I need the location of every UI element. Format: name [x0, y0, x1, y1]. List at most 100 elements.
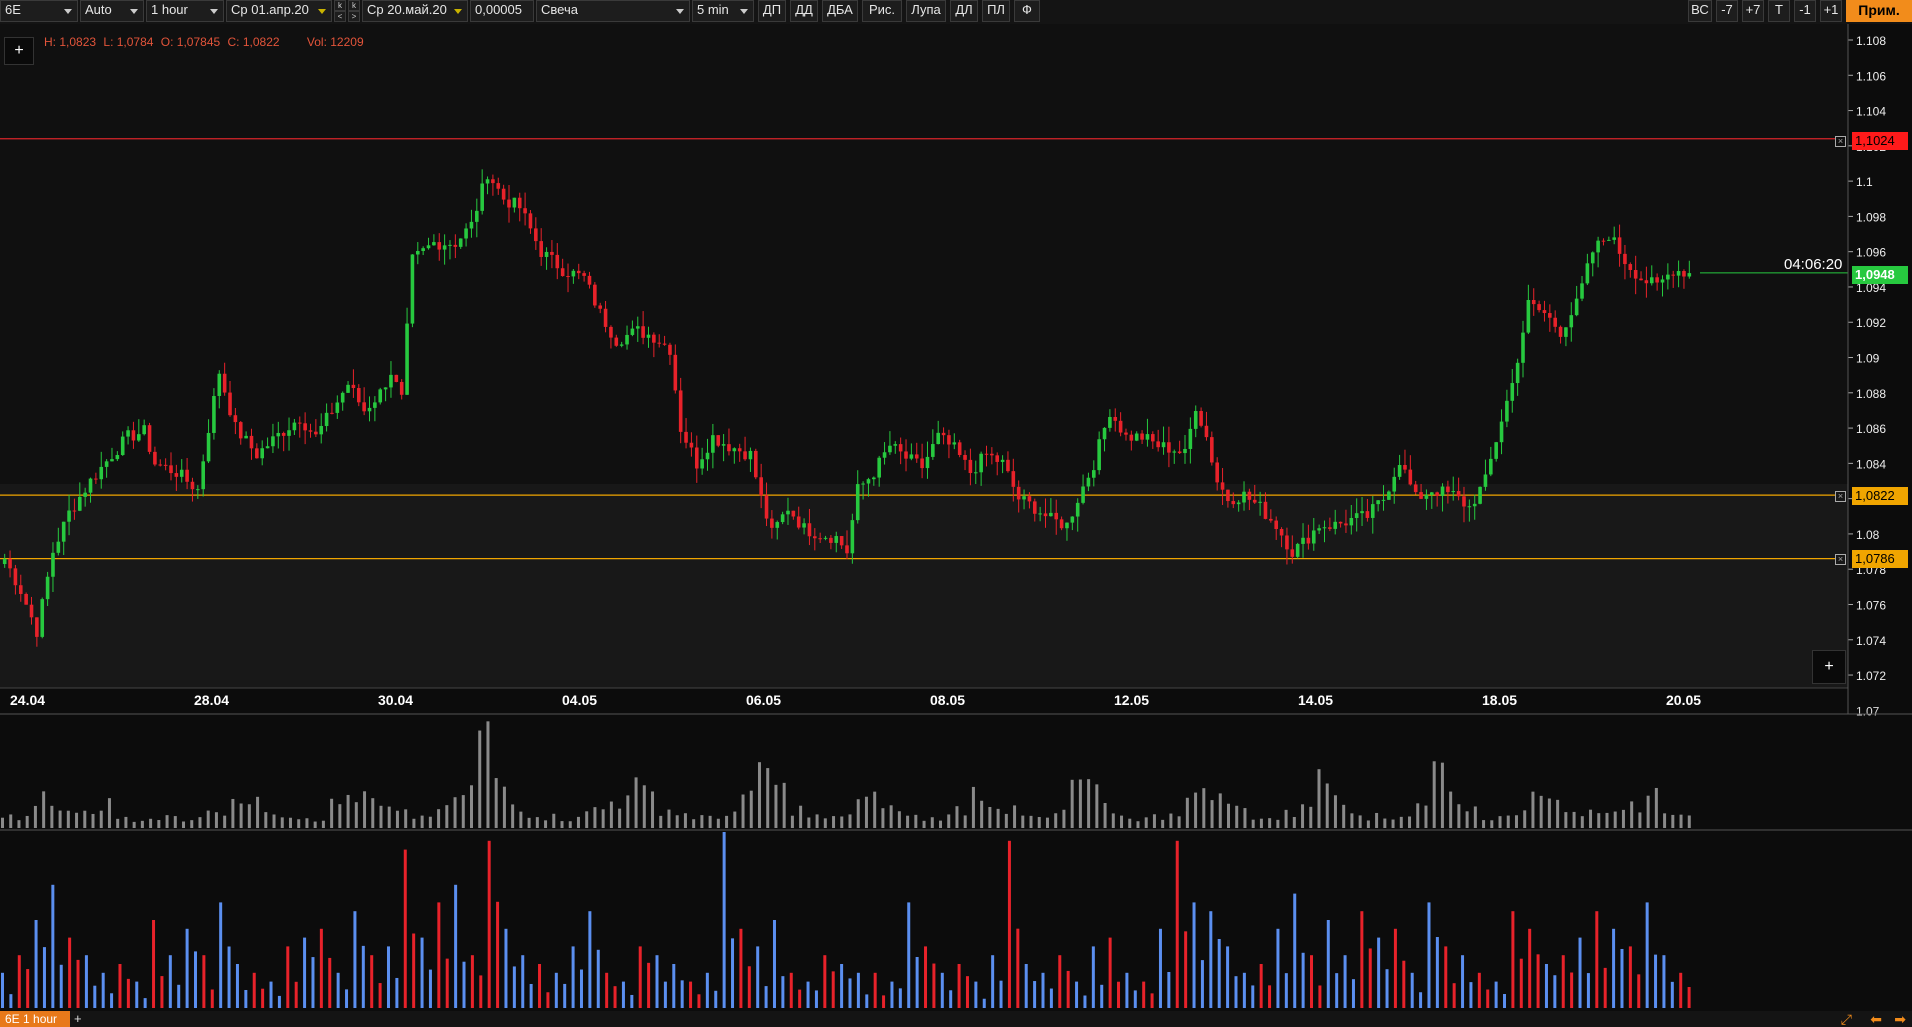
plus7-button[interactable]: +7: [1742, 0, 1764, 22]
volume-bar: [91, 813, 95, 828]
t-button[interactable]: T: [1768, 0, 1790, 22]
timeframe-select[interactable]: 1 hour: [146, 0, 224, 22]
f-button[interactable]: Ф: [1014, 0, 1040, 22]
candle-body: [625, 334, 629, 345]
vs-button[interactable]: ВС: [1688, 0, 1712, 22]
candle-body: [244, 435, 248, 439]
candle-body: [582, 273, 586, 276]
candle-body: [689, 442, 694, 448]
volume-bar: [461, 795, 465, 828]
volume-bar: [930, 817, 934, 828]
volume-bar: [494, 778, 498, 828]
delta-bar: [1410, 972, 1414, 1008]
volume-bar: [651, 791, 655, 828]
volume-bar: [42, 791, 46, 828]
delta-bar: [1, 972, 4, 1008]
volume-bar: [1062, 809, 1066, 828]
candle-body: [1612, 237, 1617, 240]
delta-bar: [496, 901, 500, 1008]
delta-bar: [563, 983, 567, 1008]
candle-body: [845, 545, 849, 554]
delta-bar: [722, 832, 726, 1008]
scroll-left-icon[interactable]: ⬅: [1870, 1011, 1882, 1027]
volume-bar: [338, 804, 342, 828]
volume-bar: [206, 810, 210, 828]
candle-body: [603, 308, 608, 327]
date-to-picker[interactable]: Ср 20.май.20: [362, 0, 468, 22]
expand-icon[interactable]: ⤢: [1841, 1011, 1852, 1027]
magnifier-button[interactable]: Лупа: [906, 0, 946, 22]
volume-bar: [519, 811, 523, 828]
add-indicator-button[interactable]: +: [4, 37, 34, 65]
volume-bar: [502, 786, 506, 828]
level-remove-icon[interactable]: ×: [1835, 491, 1846, 502]
volume-bar: [25, 815, 29, 828]
delta-bar: [1125, 972, 1129, 1008]
add-pane-button[interactable]: +: [1812, 650, 1846, 684]
delta-bar: [1578, 937, 1582, 1008]
candle-body: [1526, 299, 1531, 333]
scale-mode-select[interactable]: Auto: [80, 0, 144, 22]
nav-k-bottom[interactable]: k: [348, 0, 360, 11]
candle-body: [1220, 482, 1225, 490]
volume-bar: [17, 820, 21, 828]
candle-body: [212, 396, 216, 433]
volume-bar: [1325, 783, 1329, 828]
candle-body: [1108, 416, 1112, 428]
draw-button[interactable]: Рис.: [862, 0, 902, 22]
delta-bar: [1158, 928, 1162, 1008]
nav-k-top[interactable]: k: [334, 0, 346, 11]
symbol-select[interactable]: 6E: [0, 0, 78, 22]
dd-button[interactable]: ДД: [790, 0, 818, 22]
volume-bar: [766, 768, 770, 828]
delta-bar: [185, 928, 189, 1008]
candle-body: [560, 268, 565, 277]
nav-right-button[interactable]: >: [348, 11, 360, 22]
pl-button[interactable]: ПЛ: [982, 0, 1010, 22]
apply-button[interactable]: Прим.: [1846, 0, 1912, 22]
candle-body: [614, 337, 619, 346]
date-from-picker[interactable]: Ср 01.апр.20: [226, 0, 332, 22]
delta-bar: [177, 984, 181, 1008]
delta-bar: [168, 955, 172, 1008]
dl-button[interactable]: ДЛ: [950, 0, 978, 22]
tick-size-input[interactable]: 0,00005: [470, 0, 534, 22]
candle-body: [1655, 277, 1659, 283]
volume-bar: [1226, 803, 1230, 828]
candle-body: [426, 245, 431, 249]
chart-style-select[interactable]: Свеча: [536, 0, 690, 22]
candle-body: [1242, 491, 1246, 503]
delta-bar: [1427, 902, 1431, 1008]
y-tick-label: 1.1: [1856, 175, 1873, 189]
candle-body: [8, 558, 12, 569]
sheet-tab[interactable]: 6E 1 hour: [0, 1011, 70, 1027]
delta-bar: [1687, 987, 1691, 1008]
minus7-button[interactable]: -7: [1716, 0, 1738, 22]
volume-bar: [1177, 816, 1181, 828]
volume-bar: [1416, 803, 1420, 828]
delta-bar: [789, 972, 793, 1008]
delta-bar: [991, 955, 995, 1008]
dba-button[interactable]: ДБА: [822, 0, 858, 22]
aggregation-select[interactable]: 5 min: [692, 0, 754, 22]
nav-left-button[interactable]: <: [334, 11, 346, 22]
dp-button[interactable]: ДП: [758, 0, 786, 22]
volume-bar: [790, 815, 794, 828]
add-sheet-button[interactable]: +: [74, 1011, 82, 1027]
volume-bar: [593, 807, 597, 828]
volume-bar: [741, 794, 745, 828]
level-remove-icon[interactable]: ×: [1835, 136, 1846, 147]
plus1-button[interactable]: +1: [1820, 0, 1842, 22]
y-tick-label: 1.072: [1856, 669, 1886, 683]
candle-body: [839, 536, 844, 546]
scroll-right-icon[interactable]: ➡: [1894, 1011, 1906, 1027]
volume-bar: [511, 804, 515, 828]
minus1-button[interactable]: -1: [1794, 0, 1816, 22]
candle-body: [1397, 464, 1402, 477]
volume-bar: [881, 808, 885, 828]
candle-body: [807, 523, 812, 537]
level-remove-icon[interactable]: ×: [1835, 554, 1846, 565]
delta-bar: [873, 972, 877, 1008]
volume-bar: [288, 817, 292, 828]
volume-bar: [675, 815, 679, 828]
